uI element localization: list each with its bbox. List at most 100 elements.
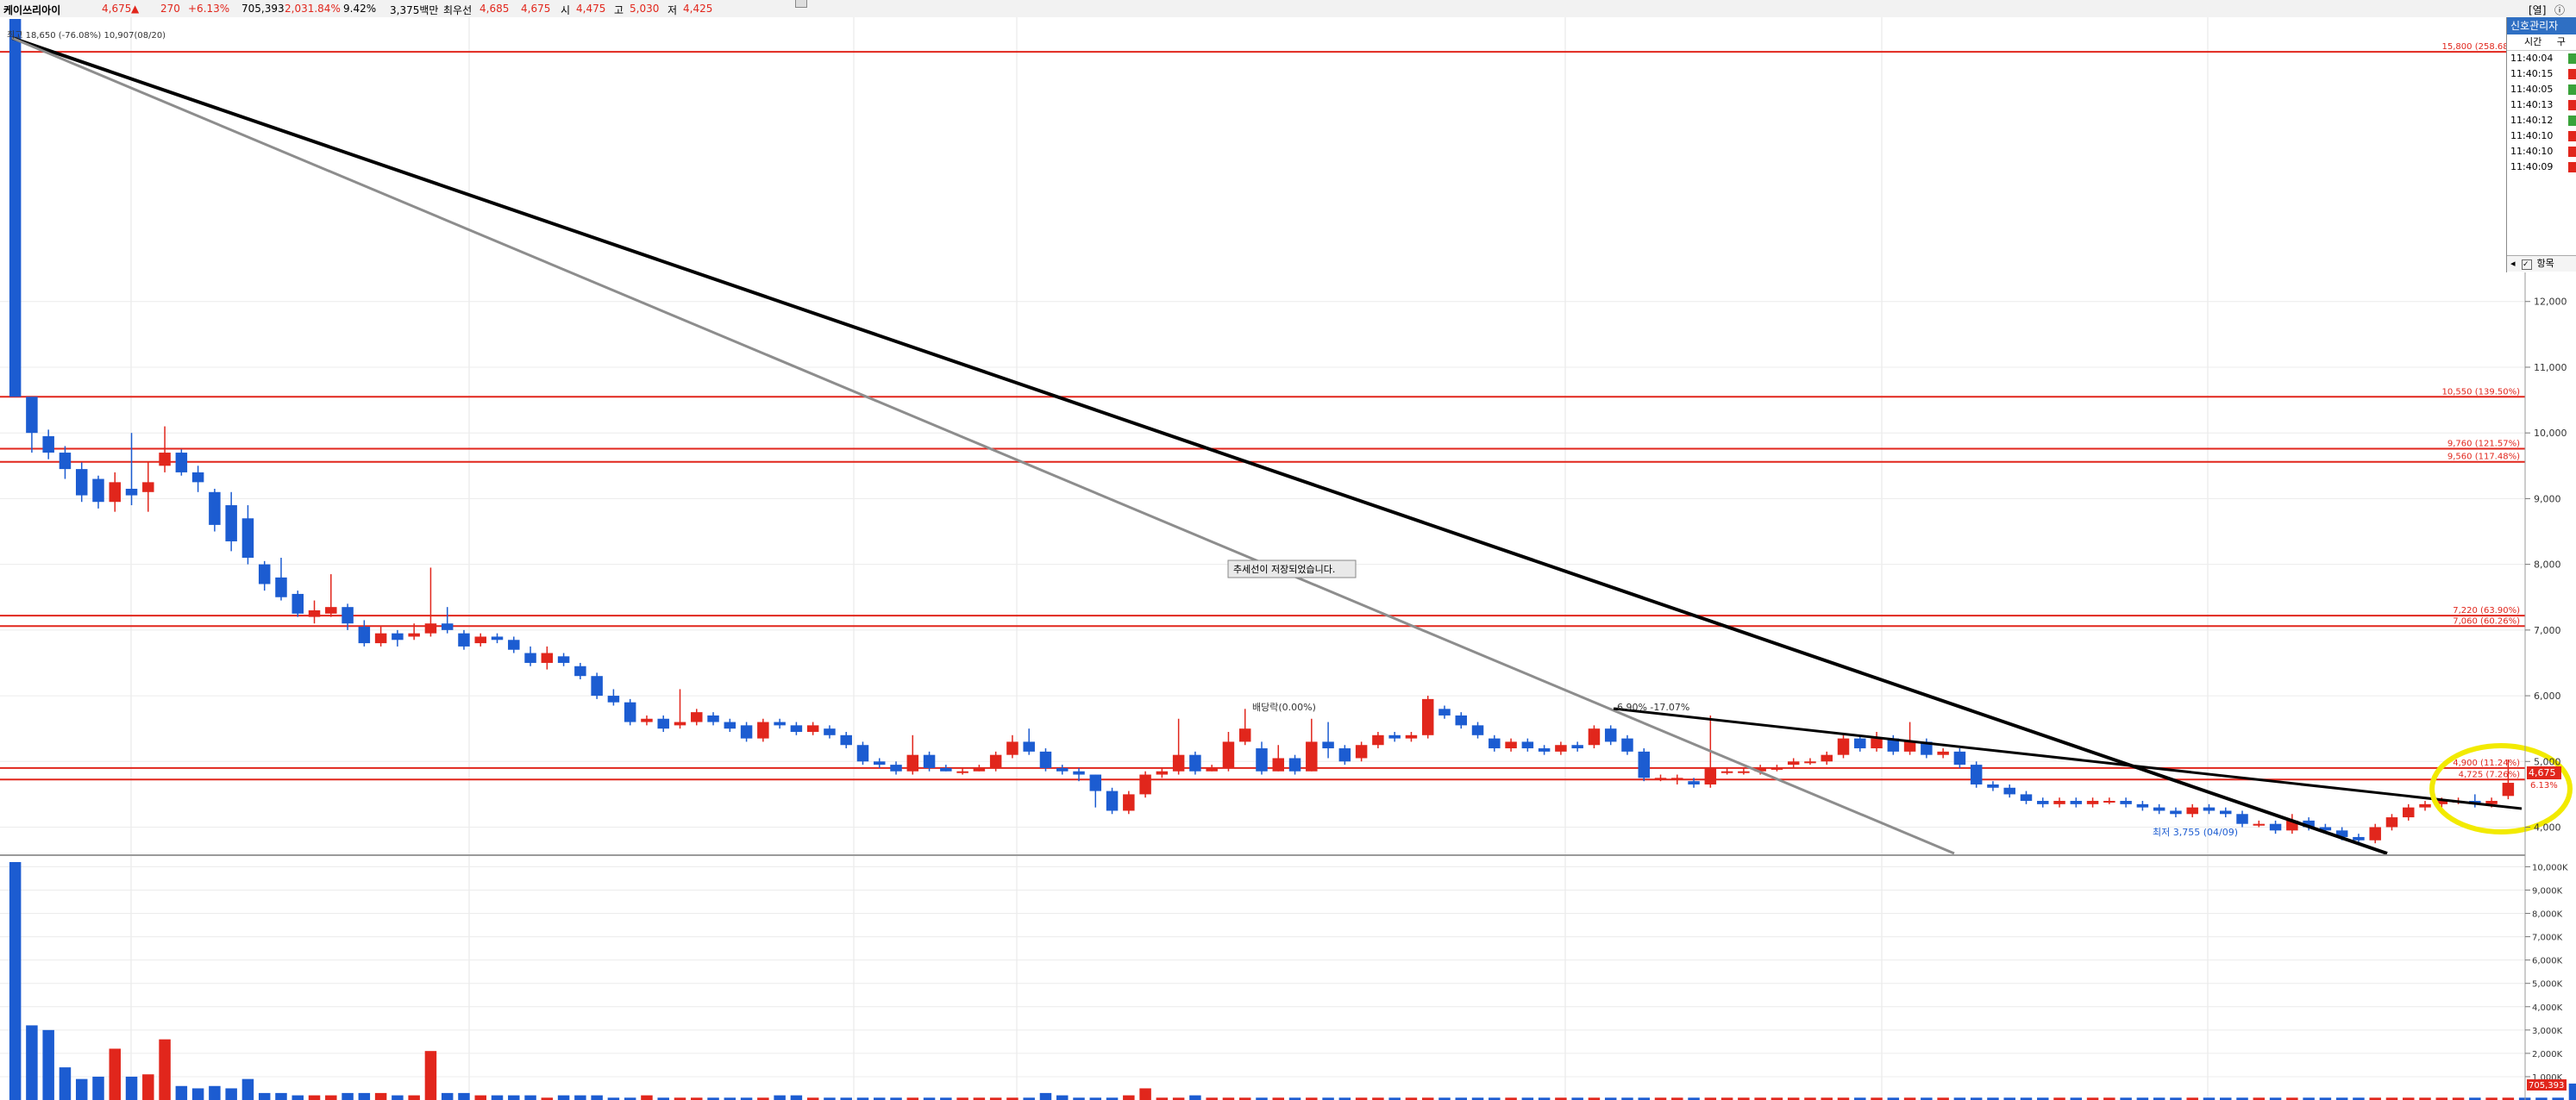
signal-time: 11:40:15 <box>2510 68 2554 79</box>
signal-row[interactable]: 11:40:12 <box>2507 113 2576 128</box>
annotation-top-left: 최고 18,650 (-76.08%) 10,907(08/20) <box>7 30 166 41</box>
signal-type-icon <box>2568 131 2576 141</box>
price-tick-label: 11,000 <box>2534 362 2567 373</box>
horizontal-line-label: 7,060 (60.26%) <box>2453 616 2520 626</box>
price-tick-label: 8,000 <box>2534 559 2561 571</box>
candle <box>1837 734 1850 759</box>
volume-tick-label: 6,000K <box>2532 957 2563 966</box>
horizontal-line-label: 7,220 (63.90%) <box>2453 606 2520 616</box>
volume-tick-label: 3,000K <box>2532 1027 2563 1036</box>
candle <box>291 591 304 617</box>
signal-manager-panel[interactable]: 신호관리자 시간 구 11:40:04 11:40:15 11:40:05 11:40… <box>2506 17 2576 272</box>
signal-type-icon <box>2568 162 2576 172</box>
volume-bar <box>458 1092 470 1100</box>
volume-bar <box>291 1095 304 1100</box>
signal-time: 11:40:10 <box>2510 146 2554 157</box>
annotation-dividend: 배당락(0.00%) <box>1252 702 1316 713</box>
volume-bar <box>491 1095 504 1100</box>
signal-row[interactable]: 11:40:04 <box>2507 51 2576 66</box>
volume-tick-label: 2,000K <box>2532 1050 2563 1059</box>
candle <box>1039 748 1052 772</box>
volume-bar <box>225 1088 237 1100</box>
price-tick-label: 5,000 <box>2534 756 2561 767</box>
signal-row[interactable]: 11:40:10 <box>2507 128 2576 144</box>
volume-bar <box>241 1078 254 1100</box>
signal-time: 11:40:10 <box>2510 130 2554 141</box>
candle <box>1189 751 1201 775</box>
candle <box>591 672 603 699</box>
current-volume-tag: 705,393 <box>2527 1079 2567 1091</box>
volume-bar <box>1139 1088 1151 1100</box>
signal-time: 11:40:04 <box>2510 53 2554 64</box>
candle <box>1970 761 1983 788</box>
stock-chart[interactable]: 15,800 (258.68%)10,550 (139.50%)9,760 (1… <box>0 0 2576 1100</box>
volume-bar <box>1189 1095 1201 1100</box>
candle <box>856 741 869 766</box>
price-tick-label: 12,000 <box>2534 297 2567 308</box>
volume-bar <box>325 1095 337 1100</box>
volume-bar <box>125 1076 138 1100</box>
price-tick-label: 6,000 <box>2534 691 2561 702</box>
volume-bar <box>159 1039 171 1100</box>
price-tick-label: 9,000 <box>2534 493 2561 504</box>
volume-bar <box>59 1067 72 1100</box>
volume-bar <box>342 1092 354 1100</box>
signal-list[interactable]: 11:40:04 11:40:15 11:40:05 11:40:13 11:40:12… <box>2507 51 2576 175</box>
candle <box>175 449 188 476</box>
candle <box>1588 725 1601 749</box>
signal-type-icon <box>2568 84 2576 95</box>
volume-bar <box>142 1074 154 1100</box>
volume-bar <box>392 1095 404 1100</box>
volume-tick-label: 5,000K <box>2532 980 2563 990</box>
signal-row[interactable]: 11:40:15 <box>2507 66 2576 82</box>
candle <box>757 718 769 742</box>
horizontal-line-label: 9,560 (117.48%) <box>2448 453 2520 462</box>
volume-tick-label: 7,000K <box>2532 934 2563 943</box>
annotation-lowest: 최저 3,755 (04/09) <box>2153 827 2238 838</box>
volume-bar <box>358 1092 371 1100</box>
volume-bar <box>1123 1095 1135 1100</box>
signal-time: 11:40:13 <box>2510 99 2554 110</box>
signal-row[interactable]: 11:40:10 <box>2507 144 2576 159</box>
volume-bar <box>557 1095 570 1100</box>
signal-panel-title: 신호관리자 <box>2507 17 2576 34</box>
prev-icon[interactable]: ◂ <box>2510 258 2516 269</box>
signal-item-label[interactable]: 항목 <box>2537 258 2554 269</box>
volume-bar <box>774 1095 786 1100</box>
signal-time: 11:40:09 <box>2510 161 2554 172</box>
signal-row[interactable]: 11:40:05 <box>2507 82 2576 97</box>
volume-bar <box>9 862 22 1100</box>
volume-bar <box>191 1088 204 1100</box>
volume-bar <box>42 1029 54 1100</box>
volume-bar <box>574 1095 586 1100</box>
candle <box>1638 748 1650 782</box>
volume-tick-label: 4,000K <box>2532 1003 2563 1013</box>
candle <box>1421 696 1434 739</box>
volume-bar <box>591 1095 603 1100</box>
current-pct-label: 6.13% <box>2530 781 2558 791</box>
signal-time: 11:40:12 <box>2510 115 2554 126</box>
signal-row[interactable]: 11:40:13 <box>2507 97 2576 113</box>
volume-bar <box>92 1076 104 1100</box>
volume-tick-label: 10,000K <box>2532 863 2568 872</box>
horizontal-line-label: 9,760 (121.57%) <box>2448 439 2520 448</box>
volume-bar <box>641 1095 653 1100</box>
horizontal-line-label: 4,900 (11.24%) <box>2453 759 2520 768</box>
volume-bar <box>2568 1083 2576 1100</box>
volume-bar <box>508 1095 520 1100</box>
current-price-tag: 4,675 6.13% <box>2527 766 2561 791</box>
volume-bar <box>258 1092 271 1100</box>
annotation-trend-pct: -6.90% -17.07% <box>1614 702 1689 713</box>
volume-bar <box>374 1092 387 1100</box>
volume-bar <box>424 1051 437 1100</box>
checkbox-icon[interactable]: ✓ <box>2522 259 2533 270</box>
candle <box>1139 771 1151 798</box>
volume-bar <box>790 1095 803 1100</box>
signal-row[interactable]: 11:40:09 <box>2507 159 2576 175</box>
signal-type-icon <box>2568 147 2576 157</box>
signal-time: 11:40:05 <box>2510 84 2554 95</box>
annotation-saved-notice: 추세선이 저장되었습니다. <box>1233 564 1335 575</box>
candle <box>1123 791 1135 815</box>
volume-bar <box>408 1095 420 1100</box>
price-tick-label: 7,000 <box>2534 625 2561 636</box>
